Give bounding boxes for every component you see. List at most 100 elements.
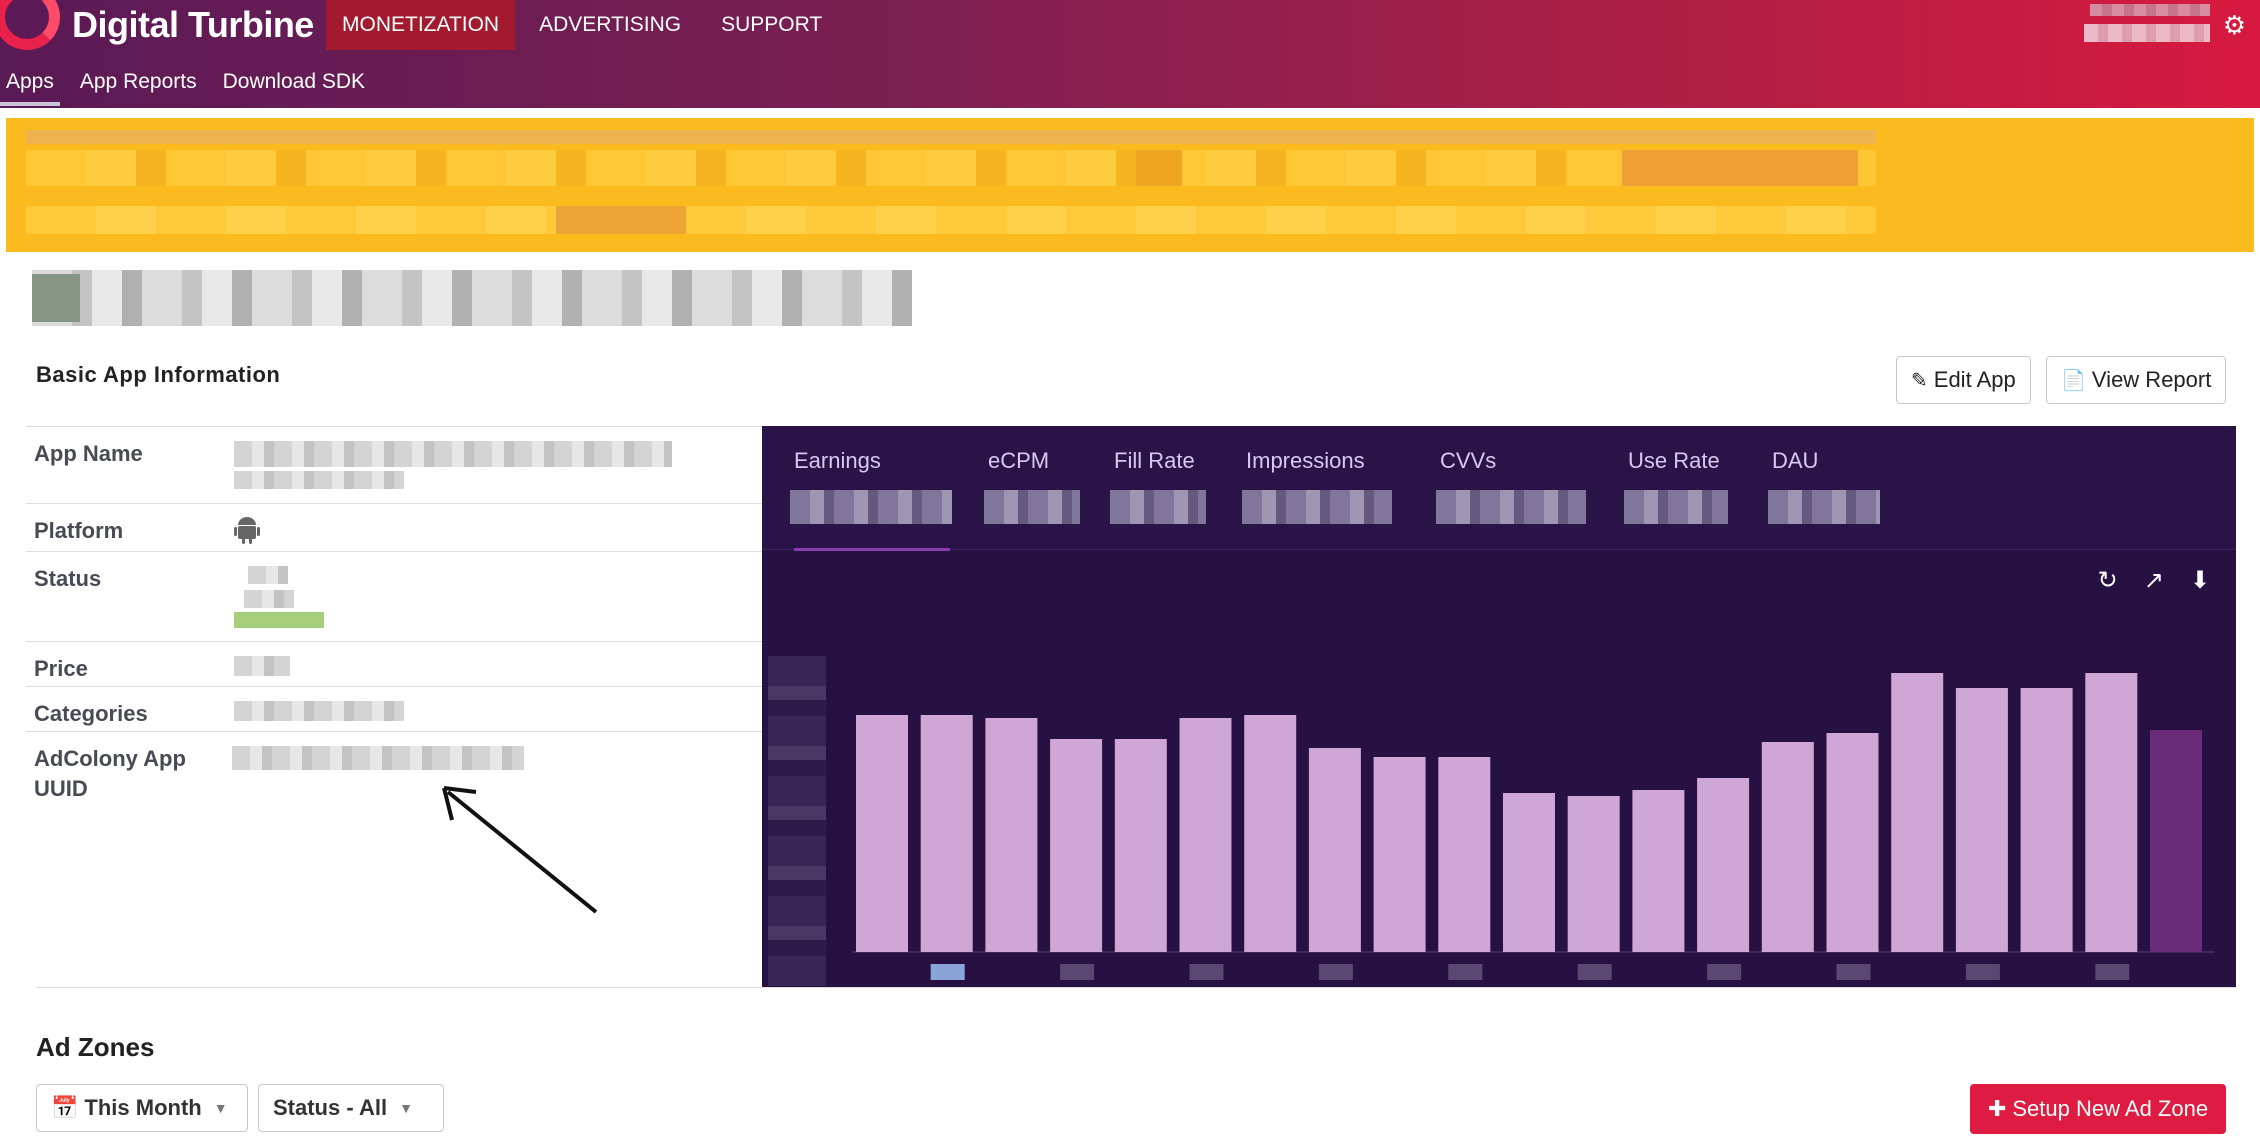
chart-bar[interactable] (1697, 778, 1750, 952)
x-tick-label-redacted (1836, 964, 1871, 980)
edit-app-label: Edit App (1933, 367, 2016, 392)
nav-monetization[interactable]: MONETIZATION (326, 0, 516, 50)
chart-bar[interactable] (1891, 673, 1944, 952)
uuid-redacted (232, 746, 524, 770)
account-menu[interactable] (2080, 0, 2210, 48)
x-tick-label-redacted (1965, 964, 2000, 980)
setup-new-ad-zone-label: Setup New Ad Zone (2012, 1096, 2209, 1121)
x-tick-label-redacted (2095, 964, 2130, 980)
period-select-value: This Month (84, 1095, 202, 1120)
x-tick-label-redacted (1577, 964, 1612, 980)
edit-icon: ✎ (1911, 369, 1928, 392)
status-select[interactable]: Status - All ▼ (258, 1084, 444, 1132)
app-title-redacted (32, 270, 912, 326)
tab-impressions[interactable]: Impressions (1242, 448, 1392, 524)
tab-dau[interactable]: DAU (1768, 448, 1880, 524)
status-text-redacted (248, 566, 288, 584)
caret-down-icon: ▼ (399, 1100, 413, 1116)
label-price: Price (34, 656, 88, 681)
chart-bar[interactable] (1179, 718, 1232, 952)
chart-bar[interactable] (1955, 688, 2008, 952)
tab-ecpm[interactable]: eCPM (984, 448, 1080, 524)
x-tick-label-redacted (1060, 964, 1095, 980)
section-title-ad-zones: Ad Zones (36, 1032, 155, 1062)
chart-bar[interactable] (2020, 688, 2073, 952)
chart-bar[interactable] (1114, 739, 1167, 952)
row-price: Price (26, 641, 762, 686)
categories-redacted (234, 701, 404, 721)
chart-bar[interactable] (920, 715, 973, 952)
chart-bar[interactable] (1308, 748, 1361, 952)
row-categories: Categories (26, 686, 762, 731)
label-categories: Categories (34, 701, 148, 726)
top-navigation-bar: Digital Turbine MONETIZATION ADVERTISING… (0, 0, 2260, 108)
section-divider (36, 987, 2236, 988)
app-name-redacted (234, 441, 672, 467)
document-icon: 📄 (2061, 369, 2086, 392)
stats-panel: Earnings eCPM Fill Rate Impressions CVVs… (762, 426, 2236, 988)
status-select-value: Status - All (273, 1095, 388, 1120)
gear-icon[interactable]: ⚙ (2223, 10, 2246, 41)
chart-bar[interactable] (1438, 757, 1491, 952)
label-uuid: AdColony App UUID (34, 746, 186, 801)
nav-support[interactable]: SUPPORT (705, 0, 838, 50)
caret-down-icon: ▼ (213, 1100, 228, 1116)
label-platform: Platform (34, 518, 124, 543)
plus-icon: ✚ (1987, 1096, 2007, 1121)
app-icon (32, 274, 80, 322)
chart-bar[interactable] (1826, 733, 1879, 952)
chart-bar[interactable] (856, 715, 908, 952)
chart-bar[interactable] (985, 718, 1038, 952)
main-nav: MONETIZATION ADVERTISING SUPPORT (326, 0, 846, 50)
subnav-apps[interactable]: Apps (0, 64, 60, 106)
chart-bar[interactable] (1567, 796, 1620, 952)
x-tick-label-redacted (1318, 964, 1353, 980)
tab-cvvs[interactable]: CVVs (1436, 448, 1586, 524)
app-info-table: App Name Platform Status Price Categorie… (26, 426, 762, 851)
chart-bar[interactable] (1632, 790, 1685, 952)
calendar-icon: 📅 (51, 1095, 79, 1120)
account-info-redacted (2090, 4, 2210, 16)
sub-nav: Apps App Reports Download SDK (0, 64, 385, 108)
chart-bar[interactable] (1761, 742, 1814, 952)
chart-bar[interactable] (1050, 739, 1103, 952)
setup-new-ad-zone-button[interactable]: ✚ Setup New Ad Zone (1970, 1084, 2226, 1134)
chart-bar[interactable] (1503, 793, 1555, 952)
annotation-arrow (442, 786, 598, 914)
x-tick-label-redacted (1189, 964, 1224, 980)
metric-tabs: Earnings eCPM Fill Rate Impressions CVVs… (762, 426, 2236, 551)
tab-fill-rate[interactable]: Fill Rate (1110, 448, 1206, 524)
tab-use-rate[interactable]: Use Rate (1624, 448, 1728, 524)
section-title-basic-info: Basic App Information (36, 362, 281, 387)
chart-bar[interactable] (1244, 715, 1297, 952)
price-redacted (234, 656, 290, 676)
brand-logo[interactable]: Digital Turbine (0, 0, 314, 50)
chart-bar[interactable] (1373, 757, 1426, 952)
edit-app-button[interactable]: ✎ Edit App (1896, 356, 2031, 404)
x-tick-label-redacted (1707, 964, 1742, 980)
view-report-label: View Report (2091, 367, 2212, 392)
status-badge (234, 612, 324, 628)
chart-bar[interactable] (2150, 730, 2202, 952)
subnav-download-sdk[interactable]: Download SDK (217, 64, 371, 106)
row-status: Status (26, 551, 762, 641)
android-icon (234, 517, 260, 544)
row-uuid: AdColony App UUID (26, 731, 762, 851)
period-select[interactable]: 📅 This Month ▼ (36, 1084, 248, 1132)
subnav-app-reports[interactable]: App Reports (74, 64, 203, 106)
row-app-name: App Name (26, 426, 762, 503)
logo-mark-icon (0, 0, 62, 50)
row-platform: Platform (26, 503, 762, 551)
account-id-redacted (2084, 24, 2210, 42)
earnings-bar-chart (852, 673, 2215, 980)
x-tick-label-redacted (930, 964, 965, 980)
notice-banner-redacted (6, 118, 2254, 252)
x-tick-label-redacted (1448, 964, 1483, 980)
nav-advertising[interactable]: ADVERTISING (523, 0, 697, 50)
label-app-name: App Name (34, 441, 143, 466)
label-status: Status (34, 566, 102, 591)
view-report-button[interactable]: 📄 View Report (2046, 356, 2227, 404)
brand-name: Digital Turbine (72, 4, 314, 45)
tab-earnings[interactable]: Earnings (790, 448, 952, 524)
chart-bar[interactable] (2085, 673, 2138, 952)
